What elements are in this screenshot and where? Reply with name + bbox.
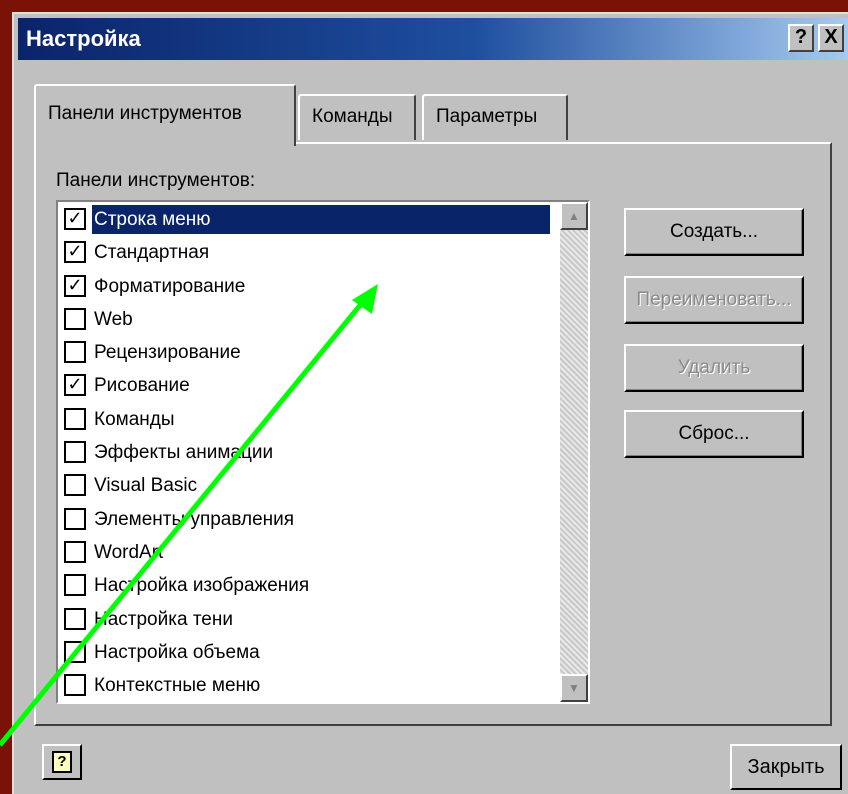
toolbar-checkbox[interactable] — [64, 607, 86, 630]
list-item[interactable]: Рецензирование — [62, 337, 548, 370]
toolbar-label: Web — [94, 308, 133, 330]
list-item[interactable]: ✓ Рисование — [62, 370, 548, 403]
tab-toolbars[interactable]: Панели инструментов — [34, 84, 296, 146]
create-button[interactable]: Создать... — [624, 208, 804, 256]
help-icon: ? — [52, 751, 72, 773]
toolbar-label: Рецензирование — [94, 342, 241, 364]
scroll-up-button[interactable]: ▲ — [560, 202, 588, 230]
toolbars-items: ✓ Строка меню ✓ Стандартная ✓ Форматирование W… — [62, 204, 550, 702]
delete-button[interactable]: Удалить — [624, 344, 804, 392]
toolbar-label: Настройка тени — [94, 608, 233, 630]
list-item[interactable]: Контекстные меню — [62, 670, 548, 702]
list-item[interactable]: Настройка изображения — [62, 570, 548, 603]
toolbar-checkbox[interactable]: ✓ — [64, 274, 86, 297]
list-item[interactable]: ✓ Строка меню — [62, 204, 550, 237]
toolbars-list-label: Панели инструментов: — [56, 170, 256, 191]
toolbars-listbox[interactable]: ✓ Строка меню ✓ Стандартная ✓ Форматирование W… — [56, 200, 590, 704]
toolbar-label: Visual Basic — [94, 475, 198, 497]
toolbar-checkbox[interactable] — [64, 441, 86, 464]
toolbar-label: Эффекты анимации — [94, 442, 274, 464]
toolbar-checkbox[interactable] — [64, 341, 86, 364]
list-item[interactable]: ✓ Стандартная — [62, 237, 548, 270]
toolbar-checkbox[interactable] — [64, 307, 86, 330]
list-item[interactable]: Элементы управления — [62, 504, 548, 537]
toolbar-label: Форматирование — [94, 275, 246, 297]
toolbar-label: Команды — [94, 408, 175, 430]
dialog-title: Настройка — [26, 26, 141, 51]
toolbar-checkbox[interactable]: ✓ — [64, 241, 86, 264]
list-item[interactable]: Эффекты анимации — [62, 437, 548, 470]
list-item[interactable]: Visual Basic — [62, 470, 548, 503]
toolbar-checkbox[interactable] — [64, 540, 86, 563]
list-item[interactable]: WordArt — [62, 537, 548, 570]
toolbar-checkbox[interactable] — [64, 574, 86, 597]
rename-button[interactable]: Переименовать... — [624, 276, 804, 324]
toolbar-checkbox[interactable] — [64, 474, 86, 497]
list-item[interactable]: Настройка объема — [62, 637, 548, 670]
toolbar-checkbox[interactable] — [64, 507, 86, 530]
toolbar-checkbox[interactable] — [64, 407, 86, 430]
close-button[interactable]: Закрыть — [730, 744, 842, 790]
toolbar-checkbox[interactable] — [64, 640, 86, 663]
help-button[interactable]: ? — [42, 744, 82, 780]
tab-panel: Панели инструментов: ✓ Строка меню ✓ Станда… — [34, 142, 832, 726]
toolbar-label: Строка меню — [92, 205, 550, 234]
toolbar-label: WordArt — [94, 541, 164, 563]
list-item[interactable]: Команды — [62, 404, 548, 437]
toolbar-label: Рисование — [94, 375, 190, 397]
tab-options[interactable]: Параметры — [422, 94, 568, 140]
toolbar-label: Контекстные меню — [94, 675, 261, 697]
vertical-scrollbar[interactable]: ▲ ▼ — [560, 202, 588, 702]
toolbar-label: Настройка объема — [94, 641, 260, 663]
tab-commands[interactable]: Команды — [298, 94, 416, 140]
close-title-button[interactable]: X — [818, 24, 844, 52]
help-title-button[interactable]: ? — [788, 24, 814, 52]
toolbar-label: Стандартная — [94, 242, 210, 264]
list-item[interactable]: Web — [62, 304, 548, 337]
scroll-down-button[interactable]: ▼ — [560, 674, 588, 702]
title-bar[interactable]: Настройка ? X — [18, 18, 848, 60]
customize-dialog: Настройка ? X Панели инструментов Команд… — [12, 12, 848, 794]
toolbar-checkbox[interactable] — [64, 674, 86, 697]
reset-button[interactable]: Сброс... — [624, 410, 804, 458]
toolbar-checkbox[interactable]: ✓ — [64, 374, 86, 397]
list-item[interactable]: ✓ Форматирование — [62, 271, 548, 304]
toolbar-checkbox[interactable]: ✓ — [64, 208, 86, 230]
toolbar-label: Элементы управления — [94, 508, 295, 530]
toolbar-label: Настройка изображения — [94, 575, 310, 597]
list-item[interactable]: Настройка тени — [62, 604, 548, 637]
